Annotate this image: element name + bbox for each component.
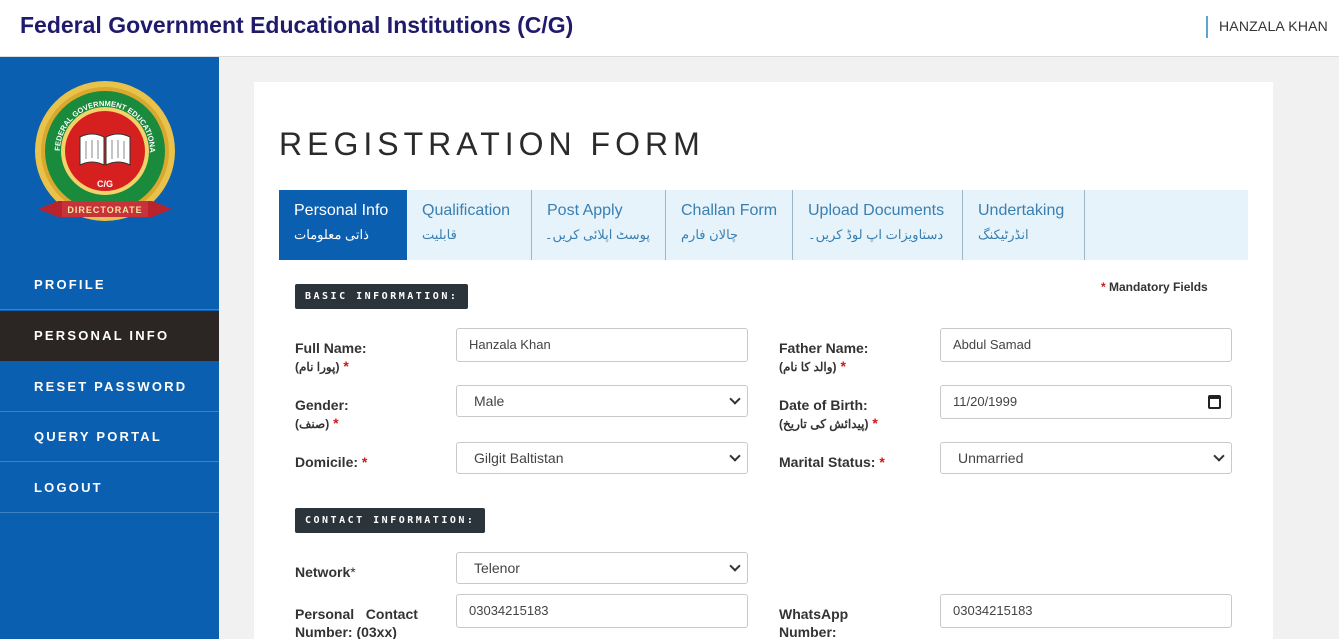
- whatsapp-label: WhatsApp Number:: [779, 605, 848, 639]
- whatsapp-label-line2: Number:: [779, 624, 837, 639]
- marital-status-select-value: Unmarried: [958, 450, 1024, 466]
- whatsapp-label-line1: WhatsApp: [779, 606, 849, 622]
- personal-contact-label-line1: Personal Contact: [295, 606, 418, 622]
- nav-item-personal-info[interactable]: PERSONAL INFO: [0, 311, 219, 361]
- father-name-label-urdu: (والد کا نام): [779, 360, 837, 374]
- network-label: Network*: [295, 563, 356, 581]
- nav-item-reset-password[interactable]: RESET PASSWORD: [0, 362, 219, 412]
- personal-contact-label-line2: Number: (03xx): [295, 624, 397, 639]
- user-menu[interactable]: HANZALA KHAN: [1219, 18, 1328, 34]
- required-star: *: [840, 358, 846, 374]
- nav-item-logout[interactable]: LOGOUT: [0, 463, 219, 513]
- required-star: *: [1101, 280, 1106, 294]
- tab-label: Challan Form: [681, 202, 778, 219]
- registration-card: REGISTRATION FORM Personal Info ذاتی معل…: [254, 82, 1273, 639]
- tab-qualification[interactable]: Qualification قابلیت: [407, 190, 532, 260]
- contact-information-heading: CONTACT INFORMATION:: [295, 508, 486, 533]
- page-title: REGISTRATION FORM: [279, 126, 705, 162]
- tab-label-urdu: ذاتی معلومات: [294, 227, 369, 242]
- tab-label-urdu: چالان فارم: [681, 227, 739, 242]
- tab-label: Undertaking: [978, 202, 1065, 219]
- tab-label: Personal Info: [294, 202, 389, 219]
- father-name-label: Father Name: (والد کا نام) *: [779, 339, 868, 376]
- mandatory-fields-note: * Mandatory Fields: [1101, 280, 1208, 294]
- network-select[interactable]: Telenor: [456, 552, 748, 584]
- chevron-down-icon: [1213, 450, 1225, 462]
- date-of-birth-label: Date of Birth: (پیدائش کی تاریخ) *: [779, 396, 878, 433]
- marital-status-label-text: Marital Status:: [779, 454, 876, 470]
- father-name-label-text: Father Name:: [779, 340, 869, 356]
- tab-personal-info[interactable]: Personal Info ذاتی معلومات: [279, 190, 407, 260]
- gender-label: Gender: (صنف) *: [295, 396, 349, 433]
- tab-post-apply[interactable]: Post Apply پوسٹ اپلائی کریں۔: [532, 190, 666, 260]
- basic-information-heading: BASIC INFORMATION:: [295, 284, 469, 309]
- date-of-birth-label-text: Date of Birth:: [779, 397, 868, 413]
- tab-label: Upload Documents: [808, 202, 945, 219]
- tab-upload-documents[interactable]: Upload Documents دستاویزات اپ لوڈ کریں۔: [793, 190, 963, 260]
- gender-label-urdu: (صنف): [295, 417, 330, 431]
- top-bar: Federal Government Educational Instituti…: [0, 0, 1339, 57]
- network-label-text: Network: [295, 564, 351, 580]
- tab-label-urdu: پوسٹ اپلائی کریں۔: [544, 227, 650, 242]
- nav-item-profile[interactable]: PROFILE: [0, 260, 219, 310]
- domicile-label-text: Domicile:: [295, 454, 359, 470]
- date-of-birth-label-urdu: (پیدائش کی تاریخ): [779, 417, 869, 431]
- chevron-down-icon: [729, 393, 741, 405]
- marital-status-select[interactable]: Unmarried: [940, 442, 1232, 474]
- required-star: *: [872, 415, 878, 431]
- app-title: Federal Government Educational Instituti…: [20, 12, 574, 38]
- chevron-down-icon: [729, 560, 741, 572]
- user-separator: [1206, 16, 1208, 38]
- chevron-down-icon: [729, 450, 741, 462]
- nav-item-query-portal[interactable]: QUERY PORTAL: [0, 412, 219, 462]
- required-star: *: [333, 415, 339, 431]
- full-name-label-text: Full Name:: [295, 340, 367, 356]
- gender-label-text: Gender:: [295, 397, 349, 413]
- domicile-select-value: Gilgit Baltistan: [474, 450, 564, 466]
- full-name-label: Full Name: (پورا نام) *: [295, 339, 367, 376]
- form-tabs: Personal Info ذاتی معلومات Qualification…: [279, 190, 1248, 260]
- domicile-select[interactable]: Gilgit Baltistan: [456, 442, 748, 474]
- whatsapp-input[interactable]: 03034215183: [940, 594, 1232, 628]
- network-select-value: Telenor: [474, 560, 520, 576]
- mandatory-fields-text: Mandatory Fields: [1109, 280, 1208, 294]
- logo-ribbon-text: DIRECTORATE: [67, 205, 142, 215]
- tab-label-urdu: قابلیت: [422, 227, 457, 242]
- tab-challan-form[interactable]: Challan Form چالان فارم: [666, 190, 793, 260]
- full-name-input[interactable]: Hanzala Khan: [456, 328, 748, 362]
- domicile-label: Domicile: *: [295, 453, 367, 471]
- father-name-input[interactable]: Abdul Samad: [940, 328, 1232, 362]
- date-of-birth-input[interactable]: 11/20/1999: [940, 385, 1232, 419]
- sidebar: FEDERAL GOVERNMENT EDUCATIONAL INSTITUTI…: [0, 57, 219, 639]
- required-star: *: [361, 454, 368, 470]
- tab-label-urdu: انڈرٹیکنگ: [978, 227, 1029, 242]
- gender-select[interactable]: Male: [456, 385, 748, 417]
- tab-label-urdu: دستاویزات اپ لوڈ کریں۔: [808, 227, 944, 242]
- tab-label: Qualification: [422, 202, 511, 219]
- required-star: *: [343, 358, 349, 374]
- required-star: *: [350, 564, 356, 580]
- calendar-icon[interactable]: [1208, 395, 1221, 409]
- marital-status-label: Marital Status: *: [779, 453, 885, 471]
- required-star: *: [879, 454, 885, 470]
- personal-contact-label: Personal Contact Number: (03xx): [295, 605, 435, 639]
- personal-contact-input[interactable]: 03034215183: [456, 594, 748, 628]
- logo-center-text: C/G: [97, 179, 113, 189]
- date-of-birth-value: 11/20/1999: [953, 394, 1018, 409]
- full-name-label-urdu: (پورا نام): [295, 360, 340, 374]
- tab-undertaking[interactable]: Undertaking انڈرٹیکنگ: [963, 190, 1085, 260]
- directorate-logo: FEDERAL GOVERNMENT EDUCATIONAL INSTITUTI…: [25, 72, 182, 229]
- gender-select-value: Male: [474, 393, 505, 409]
- tab-label: Post Apply: [547, 202, 623, 219]
